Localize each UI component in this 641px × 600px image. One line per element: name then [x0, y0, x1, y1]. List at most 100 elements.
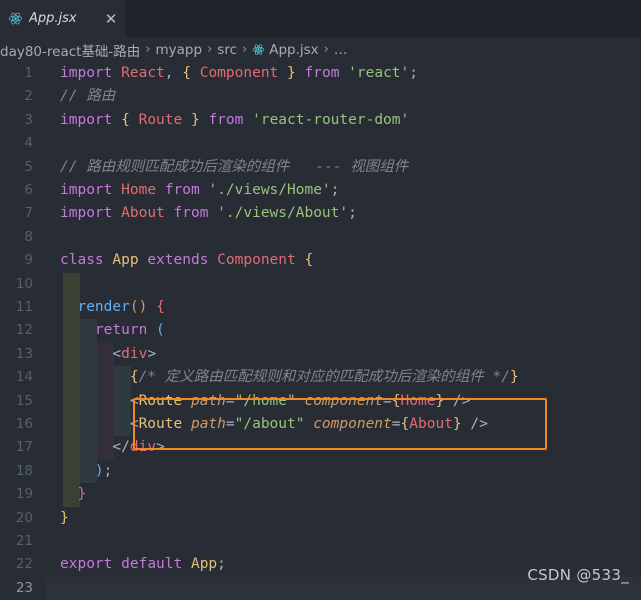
code-token: </: [112, 439, 130, 456]
code-line[interactable]: 12 return (: [0, 319, 641, 343]
tab-app-jsx[interactable]: App.jsx ✕: [0, 0, 126, 37]
code-line[interactable]: 8: [0, 226, 641, 249]
breadcrumb-item-5[interactable]: …: [334, 42, 348, 58]
code-token: {: [304, 252, 314, 269]
line-number: 11: [15, 299, 33, 315]
line-number: 5: [24, 158, 33, 175]
code-token: './views/About': [217, 205, 349, 222]
line-number: 16: [15, 416, 33, 432]
code-token: export: [60, 556, 113, 573]
code-token: ;: [103, 462, 113, 479]
line-number: 15: [15, 392, 33, 409]
line-content: }: [60, 507, 69, 530]
code-line[interactable]: 15 <Route path="/home" component={Home} …: [0, 389, 641, 413]
code-line[interactable]: 5 // 路由规则匹配成功后渲染的组件 --- 视图组件: [0, 156, 641, 179]
code-token: }: [77, 486, 87, 503]
code-token: path: [190, 392, 226, 409]
breadcrumb-item-4[interactable]: App.jsx: [269, 42, 318, 58]
line-number: 22: [15, 556, 33, 573]
code-token: <: [112, 345, 122, 362]
code-token: from: [208, 111, 244, 128]
line-number: 14: [15, 369, 33, 386]
code-token: class: [60, 252, 104, 269]
code-token: import: [60, 205, 113, 222]
code-token: >: [156, 439, 165, 456]
code-line[interactable]: 16 <Route path="/about" component={About…: [0, 413, 641, 437]
code-token: extends: [147, 252, 209, 269]
code-token: './views/Home': [208, 182, 331, 198]
code-line[interactable]: 13 <div>: [0, 342, 641, 367]
line-number: 20: [15, 509, 33, 526]
breadcrumb-item-3[interactable]: src: [217, 42, 237, 58]
code-token: App: [190, 556, 218, 573]
line-content: // 路由规则匹配成功后渲染的组件 --- 视图组件: [60, 156, 408, 179]
code-token: }: [287, 65, 296, 81]
close-icon[interactable]: ✕: [101, 9, 121, 29]
code-token: Route: [138, 416, 183, 432]
code-line[interactable]: 10: [0, 272, 641, 296]
code-line[interactable]: 18 );: [0, 459, 641, 484]
tab-bar-empty-area: [126, 0, 641, 37]
code-token: React: [121, 65, 165, 81]
line-content: );: [60, 460, 112, 483]
code-token: // 路由: [60, 88, 116, 105]
breadcrumb-separator: ›: [242, 42, 248, 57]
vscode-editor-window: App.jsx ✕ day80-react基础-路由 › myapp › src › App…: [0, 0, 641, 600]
code-line[interactable]: 4: [0, 132, 641, 155]
code-line[interactable]: 7 import About from './views/About';: [0, 202, 641, 225]
code-token: Home: [121, 182, 157, 198]
breadcrumb-item-1[interactable]: day80-react基础-路由: [0, 40, 140, 60]
code-line[interactable]: 9 class App extends Component {: [0, 249, 641, 272]
code-line[interactable]: 19 }: [0, 483, 641, 507]
code-token: Route: [138, 392, 183, 409]
code-token: path: [190, 416, 226, 432]
code-line[interactable]: 14 {/* 定义路由匹配规则和对应的匹配成功后渲染的组件 */}: [0, 366, 641, 390]
code-token: "/home": [234, 392, 296, 409]
code-line[interactable]: 20}: [0, 507, 641, 530]
code-token: About: [409, 416, 453, 432]
code-token: {: [129, 369, 139, 386]
line-content: export default App;: [60, 553, 226, 576]
line-content: {/* 定义路由匹配规则和对应的匹配成功后渲染的组件 */}: [60, 366, 519, 389]
code-line[interactable]: 3 import { Route } from 'react-router-dom…: [0, 109, 641, 132]
line-number: 8: [24, 228, 33, 245]
code-token: />: [470, 416, 488, 432]
code-token: import: [60, 182, 113, 198]
code-editor-area[interactable]: 1 import React, { Component } from 'react…: [0, 62, 641, 600]
code-line[interactable]: 17 </div>: [0, 436, 641, 460]
code-line[interactable]: 6 import Home from './views/Home';: [0, 179, 641, 202]
code-token: {: [391, 392, 401, 409]
code-token: from: [173, 205, 209, 222]
code-line[interactable]: 2 // 路由: [0, 85, 641, 108]
code-token: component: [313, 416, 392, 432]
code-line[interactable]: 1 import React, { Component } from 'react…: [0, 62, 641, 85]
code-token: /* 定义路由匹配规则和对应的匹配成功后渲染的组件 */: [138, 369, 510, 386]
code-line[interactable]: 11 render() {: [0, 296, 641, 320]
line-number: 10: [15, 275, 33, 292]
code-token: Home: [400, 392, 436, 409]
line-content: // 路由: [60, 85, 115, 108]
code-line[interactable]: 21: [0, 530, 641, 553]
code-token: "/about": [234, 416, 305, 432]
code-token: {: [400, 416, 410, 432]
line-number: 3: [24, 111, 33, 128]
line-content: import React, { Component } from 'react'…: [60, 62, 418, 85]
breadcrumb-item-2[interactable]: myapp: [156, 42, 203, 58]
code-token: =: [391, 416, 401, 432]
code-token: {: [182, 65, 191, 81]
code-token: =: [225, 392, 235, 409]
line-number: 23: [15, 579, 33, 596]
